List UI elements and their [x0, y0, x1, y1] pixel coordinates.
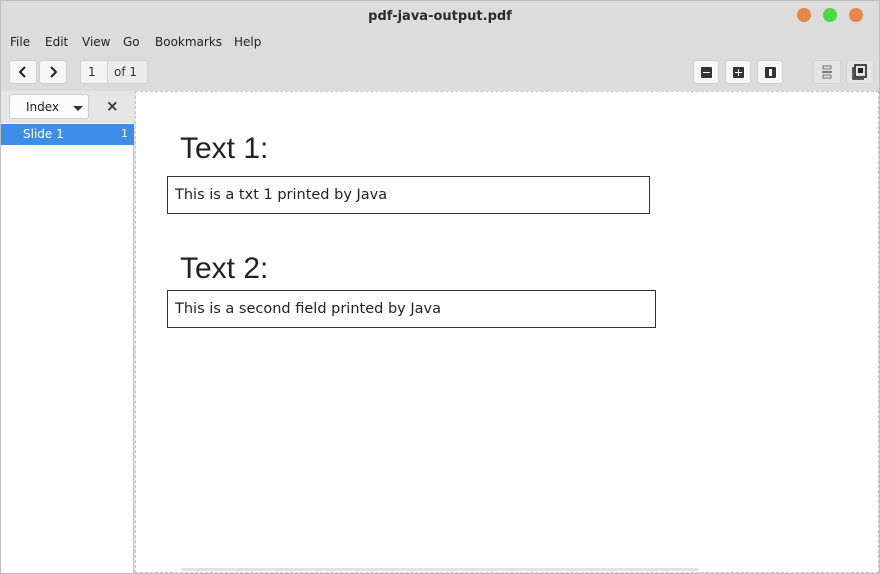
document-view[interactable]: Text 1: This is a txt 1 printed by Java … [135, 91, 879, 573]
sidebar: Index × Slide 1 1 [1, 91, 134, 573]
section-heading-2: Text 2: [180, 252, 269, 285]
page-layout-button[interactable] [813, 60, 841, 84]
sidebar-item-label: Slide 1 [23, 127, 64, 141]
menu-edit[interactable]: Edit [45, 35, 68, 49]
text-field-1[interactable]: This is a txt 1 printed by Java [167, 176, 650, 214]
previous-page-button[interactable] [9, 60, 37, 84]
toolbar: 1 of 1 [1, 57, 879, 89]
sidebar-item-page: 1 [121, 127, 128, 140]
zoom-in-button[interactable] [725, 60, 751, 84]
menu-file[interactable]: File [10, 35, 30, 49]
next-page-button[interactable] [39, 60, 67, 84]
document-view-icon [852, 64, 867, 80]
sidebar-header: Index × [1, 91, 134, 123]
page-total-label: of 1 [108, 60, 148, 84]
app-window: pdf-java-output.pdf File Edit View Go Bo… [0, 0, 880, 574]
menu-help[interactable]: Help [234, 35, 261, 49]
zoom-in-icon [732, 66, 744, 78]
text-field-2[interactable]: This is a second field printed by Java [167, 290, 656, 328]
maximize-button[interactable] [823, 8, 837, 22]
page-number-input[interactable]: 1 [80, 60, 108, 84]
menu-bookmarks[interactable]: Bookmarks [155, 35, 222, 49]
zoom-out-button[interactable] [693, 60, 719, 84]
title-bar: pdf-java-output.pdf [1, 1, 879, 33]
dropdown-arrow-icon [73, 106, 83, 111]
chevron-left-icon [18, 66, 26, 78]
window-title: pdf-java-output.pdf [368, 9, 512, 24]
zoom-out-icon [700, 66, 712, 78]
sidebar-toggle-button[interactable] [846, 60, 874, 84]
sidebar-mode-label: Index [26, 100, 60, 114]
menu-go[interactable]: Go [123, 35, 140, 49]
menu-view[interactable]: View [82, 35, 110, 49]
fit-page-button[interactable] [757, 60, 783, 84]
menu-bar: File Edit View Go Bookmarks Help [1, 33, 879, 53]
horizontal-scrollbar[interactable] [181, 568, 699, 571]
sidebar-item-slide-1[interactable]: Slide 1 1 [1, 124, 134, 145]
section-heading-1: Text 1: [180, 132, 269, 165]
close-window-button[interactable] [849, 8, 863, 22]
fit-page-icon [764, 66, 776, 78]
close-sidebar-icon[interactable]: × [106, 96, 119, 116]
minimize-button[interactable] [797, 8, 811, 22]
page-layout-icon [822, 65, 832, 79]
text-field-1-value: This is a txt 1 printed by Java [175, 187, 388, 203]
text-field-2-value: This is a second field printed by Java [175, 301, 441, 317]
sidebar-mode-select[interactable]: Index [9, 94, 89, 119]
chevron-right-icon [50, 66, 58, 78]
